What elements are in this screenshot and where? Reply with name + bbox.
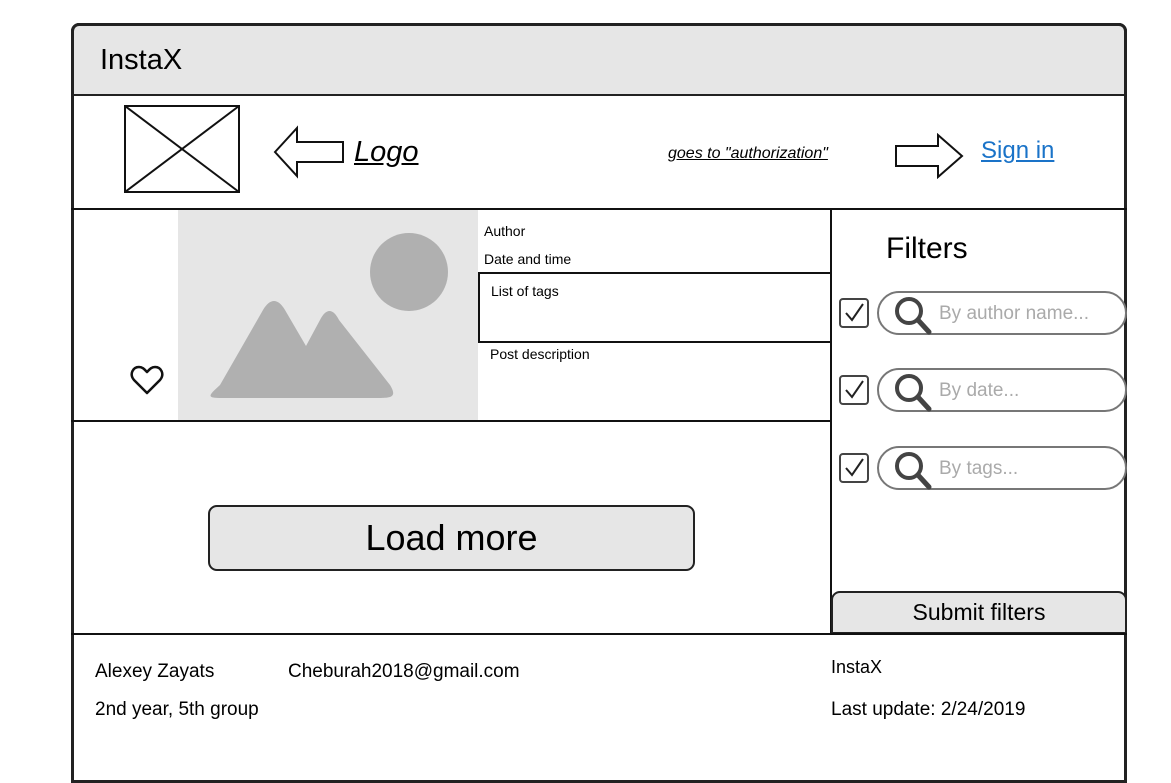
image-placeholder-icon <box>210 233 448 398</box>
filter-date-checkbox[interactable] <box>839 375 869 405</box>
sign-in-link[interactable]: Sign in <box>981 137 1054 165</box>
checkmark-icon <box>845 458 864 477</box>
submit-filters-button[interactable]: Submit filters <box>831 591 1127 634</box>
logo-placeholder <box>124 105 240 193</box>
load-more-button[interactable]: Load more <box>208 505 695 571</box>
search-icon <box>895 297 932 335</box>
search-icon <box>895 452 932 490</box>
like-button[interactable] <box>130 364 164 401</box>
arrow-right-icon <box>894 132 964 184</box>
filter-author-checkbox[interactable] <box>839 298 869 328</box>
sidebar-divider <box>830 209 832 634</box>
footer-email: Cheburah2018@gmail.com <box>288 661 520 682</box>
search-icon <box>895 374 932 412</box>
filter-tags-checkbox[interactable] <box>839 453 869 483</box>
post-tags-box: List of tags <box>478 272 832 343</box>
footer-last-update: Last update: 2/24/2019 <box>831 699 1026 720</box>
post-description: Post description <box>490 346 590 362</box>
authorization-note: goes to "authorization" <box>668 145 828 162</box>
post-image <box>178 210 478 421</box>
footer-divider <box>71 633 1127 635</box>
filter-tags-placeholder: By tags... <box>939 458 1019 479</box>
post-author: Author <box>484 223 526 239</box>
filter-tags-input[interactable]: By tags... <box>877 446 1127 490</box>
post-date-time: Date and time <box>484 251 572 267</box>
checkmark-icon <box>845 380 864 399</box>
post-tags: List of tags <box>491 283 559 299</box>
logo-label: Logo <box>354 136 419 168</box>
post-divider <box>71 420 831 422</box>
footer-group: 2nd year, 5th group <box>95 699 259 720</box>
title-bar: InstaX <box>71 23 1127 96</box>
filter-date-input[interactable]: By date... <box>877 368 1127 412</box>
filter-date-placeholder: By date... <box>939 380 1020 401</box>
heart-icon <box>130 365 164 395</box>
app-title: InstaX <box>100 44 183 76</box>
checkmark-icon <box>845 303 864 322</box>
load-more-label: Load more <box>365 517 538 558</box>
image-placeholder-icon <box>124 105 240 193</box>
filter-author-placeholder: By author name... <box>939 303 1089 324</box>
footer-app-name: InstaX <box>831 657 883 677</box>
footer-author-name: Alexey Zayats <box>95 661 215 682</box>
submit-filters-label: Submit filters <box>912 599 1046 625</box>
arrow-left-icon <box>273 124 345 185</box>
filters-title: Filters <box>886 232 968 265</box>
filter-author-input[interactable]: By author name... <box>877 291 1127 335</box>
